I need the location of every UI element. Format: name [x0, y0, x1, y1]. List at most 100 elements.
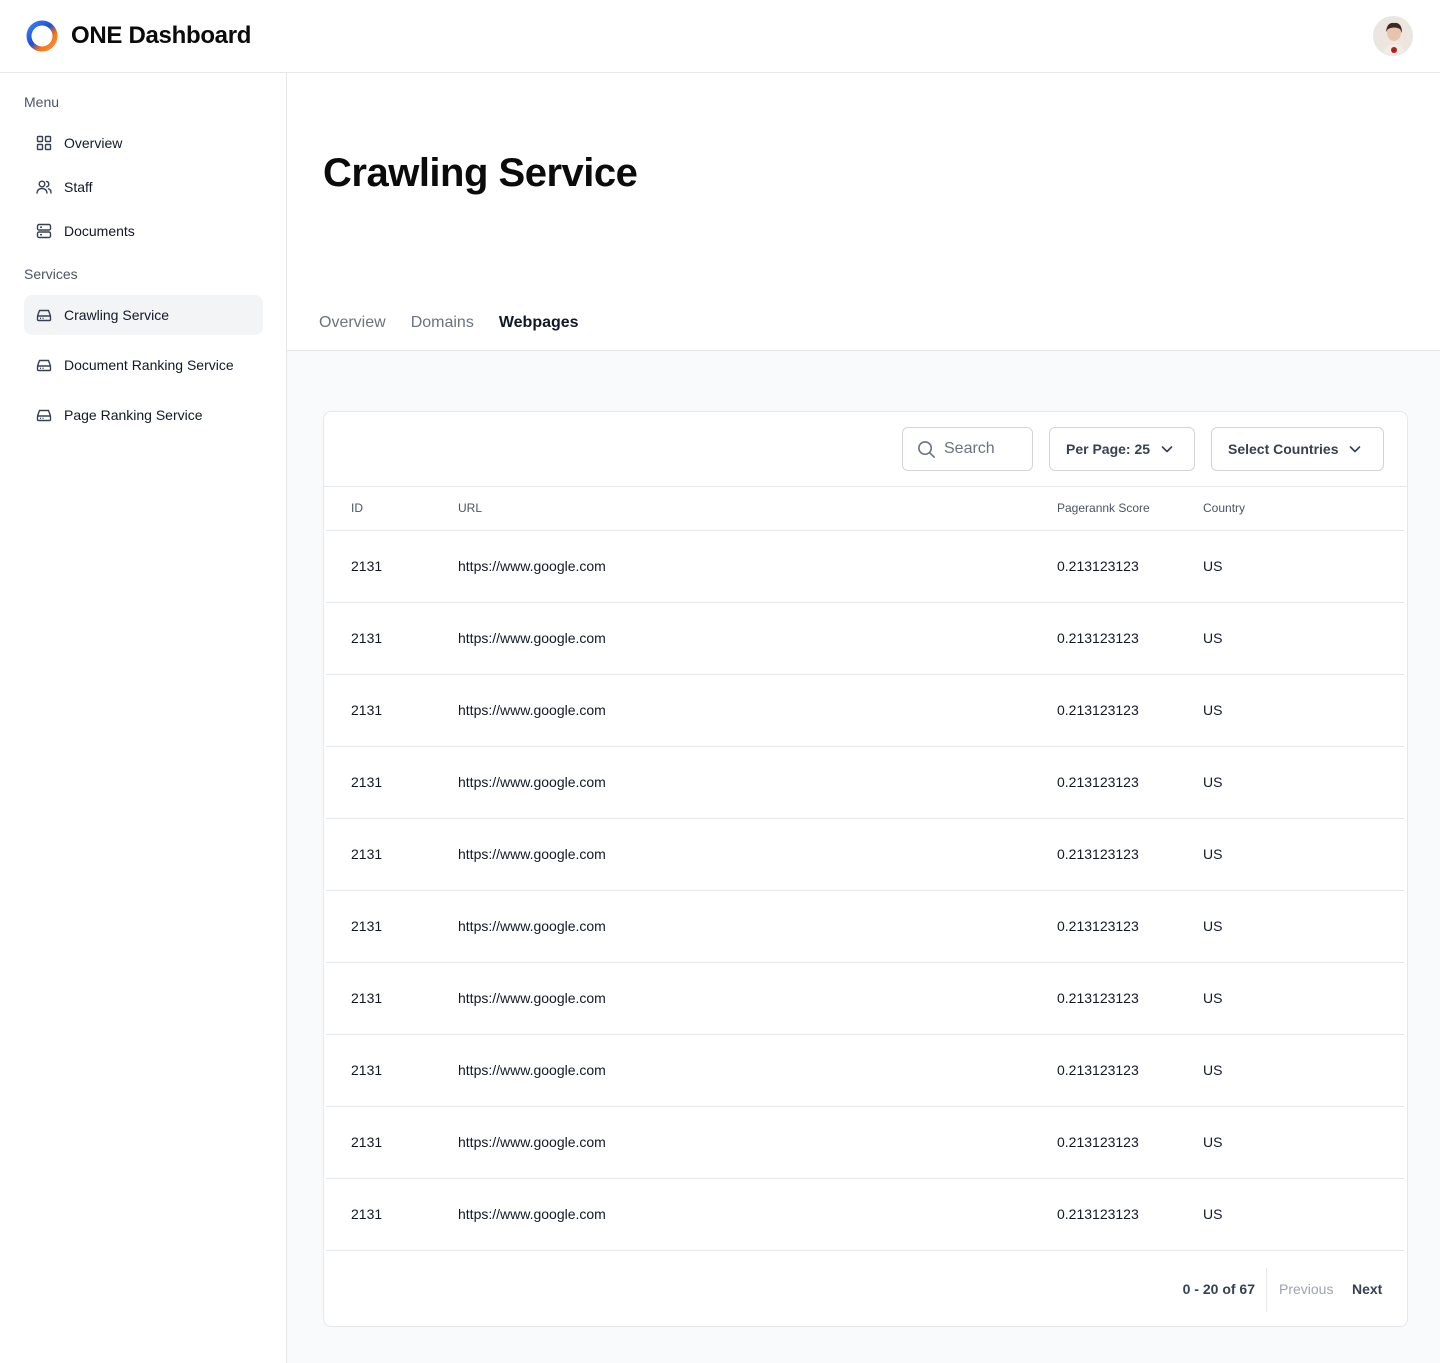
previous-button[interactable]: Previous	[1279, 1281, 1333, 1297]
select-countries-label: Select Countries	[1228, 441, 1339, 457]
cell-id: 2131	[326, 962, 458, 1035]
cell-country: US	[1203, 530, 1404, 603]
sidebar-item-crawling-service[interactable]: Crawling Service	[24, 295, 263, 335]
server-icon	[36, 223, 52, 239]
top-bar: ONE Dashboard	[0, 0, 1440, 73]
sidebar-item-label: Overview	[64, 135, 123, 151]
cell-country: US	[1203, 890, 1404, 963]
cell-id: 2131	[326, 890, 458, 963]
cell-url[interactable]: https://www.google.com	[458, 1106, 1057, 1179]
menu-section-label: Menu	[24, 94, 60, 110]
sidebar-item-label: Staff	[64, 179, 93, 195]
cell-url[interactable]: https://www.google.com	[458, 530, 1057, 603]
search-box[interactable]	[902, 427, 1033, 471]
cell-url[interactable]: https://www.google.com	[458, 602, 1057, 675]
cell-score: 0.213123123	[1057, 1034, 1203, 1107]
cell-score: 0.213123123	[1057, 890, 1203, 963]
avatar[interactable]	[1373, 16, 1413, 56]
cell-id: 2131	[326, 818, 458, 891]
table-row[interactable]: 2131 https://www.google.com 0.213123123 US	[326, 1106, 1404, 1179]
column-header-country[interactable]: Country	[1203, 487, 1404, 531]
grid-icon	[36, 135, 52, 151]
table-row[interactable]: 2131 https://www.google.com 0.213123123 US	[326, 1034, 1404, 1107]
cell-url[interactable]: https://www.google.com	[458, 1178, 1057, 1251]
next-button[interactable]: Next	[1352, 1281, 1382, 1297]
drive-icon	[36, 407, 52, 423]
tab-bar: Overview Domains Webpages	[319, 313, 604, 333]
table-row[interactable]: 2131 https://www.google.com 0.213123123 US	[326, 602, 1404, 675]
cell-country: US	[1203, 674, 1404, 747]
chevron-down-icon	[1160, 442, 1174, 456]
chevron-down-icon	[1348, 442, 1362, 456]
table-row[interactable]: 2131 https://www.google.com 0.213123123 US	[326, 1178, 1404, 1251]
table-row[interactable]: 2131 https://www.google.com 0.213123123 US	[326, 962, 1404, 1035]
table-row[interactable]: 2131 https://www.google.com 0.213123123 US	[326, 530, 1404, 603]
cell-url[interactable]: https://www.google.com	[458, 674, 1057, 747]
app-title: ONE Dashboard	[71, 22, 252, 49]
logo-icon[interactable]	[26, 20, 58, 52]
column-header-url[interactable]: URL	[458, 487, 1057, 531]
sidebar-item-label: Crawling Service	[64, 307, 170, 323]
cell-country: US	[1203, 1106, 1404, 1179]
pagination-divider	[1266, 1268, 1267, 1312]
cell-id: 2131	[326, 1106, 458, 1179]
cell-id: 2131	[326, 602, 458, 675]
cell-id: 2131	[326, 1034, 458, 1107]
tab-domains[interactable]: Domains	[411, 313, 474, 333]
cell-score: 0.213123123	[1057, 746, 1203, 819]
cell-url[interactable]: https://www.google.com	[458, 890, 1057, 963]
table-body: 2131 https://www.google.com 0.213123123 US …	[326, 530, 1404, 1251]
cell-score: 0.213123123	[1057, 602, 1203, 675]
column-header-score[interactable]: Pagerannk Score	[1057, 487, 1203, 531]
cell-score: 0.213123123	[1057, 1106, 1203, 1179]
cell-score: 0.213123123	[1057, 530, 1203, 603]
cell-url[interactable]: https://www.google.com	[458, 1034, 1057, 1107]
cell-score: 0.213123123	[1057, 1178, 1203, 1251]
sidebar-item-label: Document Ranking Service	[64, 357, 234, 373]
pagination-range: 0 - 20 of 67	[1182, 1281, 1255, 1297]
cell-url[interactable]: https://www.google.com	[458, 818, 1057, 891]
cell-id: 2131	[326, 530, 458, 603]
table-toolbar: Per Page: 25 Select Countries	[324, 412, 1407, 487]
sidebar-item-documents[interactable]: Documents	[24, 211, 263, 251]
page-title: Crawling Service	[323, 151, 638, 195]
tab-webpages[interactable]: Webpages	[499, 313, 579, 333]
webpages-table-card: Per Page: 25 Select Countries ID URL Pag…	[323, 411, 1408, 1327]
per-page-label: Per Page: 25	[1066, 441, 1151, 457]
users-icon	[36, 179, 52, 195]
cell-id: 2131	[326, 674, 458, 747]
cell-id: 2131	[326, 1178, 458, 1251]
search-input[interactable]	[944, 440, 1024, 458]
cell-country: US	[1203, 1034, 1404, 1107]
sidebar-item-staff[interactable]: Staff	[24, 167, 263, 207]
drive-icon	[36, 307, 52, 323]
table-row[interactable]: 2131 https://www.google.com 0.213123123 US	[326, 746, 1404, 819]
main-content: Crawling Service Overview Domains Webpag…	[287, 73, 1440, 1363]
table-row[interactable]: 2131 https://www.google.com 0.213123123 US	[326, 890, 1404, 963]
services-section-label: Services	[24, 266, 78, 282]
user-avatar-icon	[1374, 17, 1412, 55]
tab-overview[interactable]: Overview	[319, 313, 386, 333]
table-row[interactable]: 2131 https://www.google.com 0.213123123 US	[326, 674, 1404, 747]
cell-country: US	[1203, 746, 1404, 819]
cell-country: US	[1203, 1178, 1404, 1251]
pagination: 0 - 20 of 67 Previous Next	[324, 1252, 1407, 1326]
sidebar-item-label: Documents	[64, 223, 135, 239]
cell-url[interactable]: https://www.google.com	[458, 962, 1057, 1035]
per-page-dropdown[interactable]: Per Page: 25	[1049, 427, 1195, 471]
column-header-id[interactable]: ID	[326, 487, 458, 531]
cell-country: US	[1203, 818, 1404, 891]
sidebar-item-document-ranking-service[interactable]: Document Ranking Service	[24, 345, 263, 385]
sidebar-item-page-ranking-service[interactable]: Page Ranking Service	[24, 395, 263, 435]
cell-url[interactable]: https://www.google.com	[458, 746, 1057, 819]
sidebar: Menu Overview Staff Documents Services C…	[0, 73, 287, 1363]
select-countries-dropdown[interactable]: Select Countries	[1211, 427, 1384, 471]
table-row[interactable]: 2131 https://www.google.com 0.213123123 US	[326, 818, 1404, 891]
sidebar-item-overview[interactable]: Overview	[24, 123, 263, 163]
cell-id: 2131	[326, 746, 458, 819]
cell-score: 0.213123123	[1057, 818, 1203, 891]
sidebar-item-label: Page Ranking Service	[64, 407, 203, 423]
cell-score: 0.213123123	[1057, 962, 1203, 1035]
cell-country: US	[1203, 602, 1404, 675]
search-icon	[918, 440, 935, 458]
